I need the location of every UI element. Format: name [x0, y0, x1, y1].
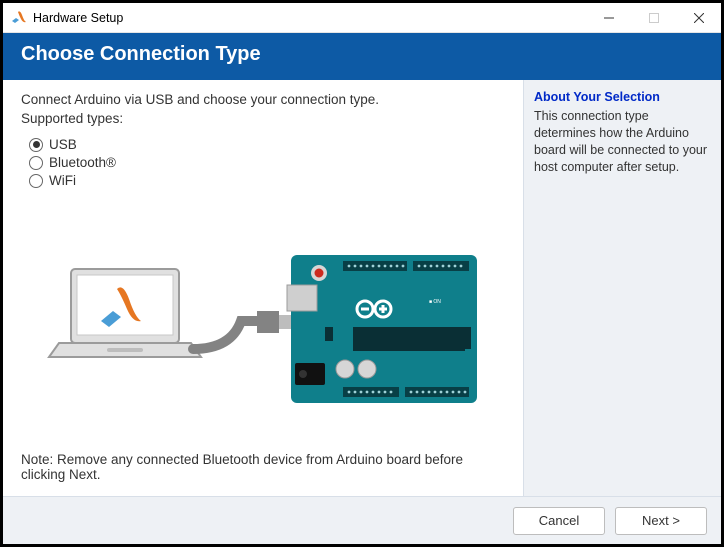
- footer: Cancel Next >: [3, 496, 721, 544]
- intro-text: Connect Arduino via USB and choose your …: [21, 92, 505, 107]
- supported-label: Supported types:: [21, 111, 505, 126]
- about-panel: About Your Selection This connection typ…: [523, 80, 721, 496]
- next-button[interactable]: Next >: [615, 507, 707, 535]
- cancel-button-label: Cancel: [539, 513, 579, 528]
- main-panel: Connect Arduino via USB and choose your …: [3, 80, 523, 496]
- titlebar: Hardware Setup: [3, 3, 721, 33]
- usb-cable-icon: [193, 311, 291, 349]
- hardware-setup-window: Hardware Setup Choose Connection Type Co…: [0, 0, 724, 547]
- radio-bluetooth-indicator: [29, 156, 43, 170]
- page-header: Choose Connection Type: [3, 33, 721, 80]
- cancel-button[interactable]: Cancel: [513, 507, 605, 535]
- radio-usb-label: USB: [49, 137, 77, 152]
- svg-text:■ ON: ■ ON: [429, 299, 441, 305]
- radio-usb[interactable]: USB: [29, 137, 505, 152]
- page-title: Choose Connection Type: [21, 43, 261, 65]
- window-title: Hardware Setup: [33, 11, 586, 25]
- radio-wifi-label: WiFi: [49, 173, 76, 188]
- minimize-button[interactable]: [586, 3, 631, 33]
- radio-bluetooth-label: Bluetooth®: [49, 155, 116, 170]
- note-text: Note: Remove any connected Bluetooth dev…: [21, 452, 505, 482]
- matlab-icon: [11, 10, 27, 26]
- radio-wifi-indicator: [29, 174, 43, 188]
- radio-usb-indicator: [29, 138, 43, 152]
- radio-bluetooth[interactable]: Bluetooth®: [29, 155, 505, 170]
- connection-type-group: USB Bluetooth® WiFi: [29, 134, 505, 191]
- about-text: This connection type determines how the …: [534, 108, 711, 176]
- maximize-button: [631, 3, 676, 33]
- close-button[interactable]: [676, 3, 721, 33]
- laptop-icon: [49, 269, 201, 357]
- connection-illustration: ■ ON: [21, 199, 505, 452]
- about-title: About Your Selection: [534, 90, 711, 104]
- arduino-board-icon: ■ ON: [287, 255, 477, 403]
- body: Connect Arduino via USB and choose your …: [3, 80, 721, 496]
- radio-wifi[interactable]: WiFi: [29, 173, 505, 188]
- next-button-label: Next >: [642, 513, 680, 528]
